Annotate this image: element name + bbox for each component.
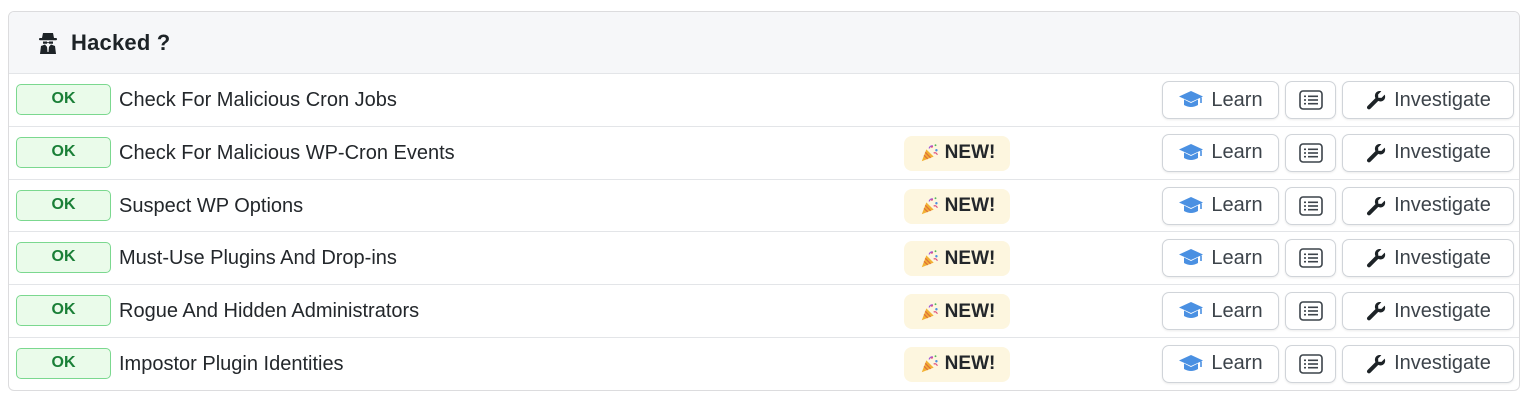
graduation-cap-icon (1179, 196, 1204, 213)
new-badge-text: NEW! (944, 142, 996, 164)
details-list-button[interactable] (1285, 81, 1336, 119)
details-list-button[interactable] (1285, 344, 1336, 383)
wrench-icon (1367, 143, 1386, 163)
hacked-panel: Hacked ? OK Check For Malicious Cron Job… (8, 11, 1520, 391)
status-badge: OK (16, 189, 111, 221)
new-badge: NEW! (904, 294, 1010, 330)
learn-button[interactable]: Learn (1162, 292, 1279, 331)
wrench-icon (1367, 249, 1386, 268)
new-badge-text: NEW! (944, 353, 996, 375)
checks-list: OK Check For Malicious Cron Jobs Learn I… (9, 74, 1519, 390)
list-icon (1298, 195, 1323, 216)
wrench-icon (1367, 355, 1386, 374)
learn-button[interactable]: Learn (1162, 344, 1279, 383)
new-badge-text: NEW! (944, 195, 996, 217)
list-icon (1298, 301, 1323, 321)
check-label: Check For Malicious Cron Jobs (119, 89, 397, 111)
learn-label: Learn (1211, 352, 1263, 375)
party-popper-icon (921, 250, 938, 268)
investigate-label: Investigate (1394, 194, 1491, 217)
check-row: OK Impostor Plugin Identities NEW! Learn (9, 338, 1519, 390)
status-badge: OK (16, 347, 111, 379)
investigate-button[interactable]: Investigate (1342, 133, 1514, 172)
investigate-button[interactable]: Investigate (1342, 292, 1514, 331)
check-row: OK Rogue And Hidden Administrators NEW! … (9, 285, 1519, 338)
learn-button[interactable]: Learn (1162, 186, 1279, 225)
details-list-button[interactable] (1285, 133, 1336, 172)
investigate-button[interactable]: Investigate (1342, 81, 1514, 119)
check-label: Must-Use Plugins And Drop-ins (119, 247, 397, 270)
investigate-button[interactable]: Investigate (1342, 186, 1514, 225)
learn-label: Learn (1211, 246, 1263, 269)
new-badge: NEW! (904, 241, 1010, 277)
check-row: OK Check For Malicious Cron Jobs Learn I… (9, 74, 1519, 127)
investigate-label: Investigate (1394, 246, 1491, 269)
new-badge: NEW! (904, 346, 1010, 382)
investigate-label: Investigate (1394, 299, 1491, 322)
panel-title: Hacked ? (71, 29, 171, 55)
list-icon (1298, 90, 1323, 110)
list-icon (1298, 248, 1323, 269)
learn-label: Learn (1211, 299, 1263, 322)
learn-label: Learn (1211, 141, 1263, 164)
graduation-cap-icon (1179, 91, 1204, 107)
check-row: OK Suspect WP Options NEW! Learn Investi… (9, 180, 1519, 233)
learn-button[interactable]: Learn (1162, 239, 1279, 278)
party-popper-icon (921, 302, 938, 320)
check-label: Impostor Plugin Identities (119, 352, 344, 375)
wrench-icon (1367, 302, 1386, 321)
party-popper-icon (921, 144, 938, 162)
status-badge: OK (16, 136, 111, 168)
check-label: Suspect WP Options (119, 194, 304, 217)
status-badge: OK (16, 84, 111, 115)
investigate-label: Investigate (1394, 352, 1491, 375)
new-badge: NEW! (904, 135, 1010, 171)
wrench-icon (1367, 196, 1386, 216)
list-icon (1298, 142, 1323, 163)
wrench-icon (1367, 91, 1386, 110)
new-badge: NEW! (904, 188, 1010, 224)
graduation-cap-icon (1179, 302, 1204, 319)
party-popper-icon (921, 355, 938, 373)
investigate-label: Investigate (1394, 141, 1491, 164)
learn-label: Learn (1211, 88, 1263, 111)
new-badge-text: NEW! (944, 300, 996, 322)
details-list-button[interactable] (1285, 186, 1336, 225)
status-badge: OK (16, 242, 111, 274)
graduation-cap-icon (1179, 354, 1204, 371)
status-badge: OK (16, 295, 111, 327)
list-icon (1298, 354, 1323, 374)
investigate-label: Investigate (1394, 88, 1491, 111)
check-row: OK Must-Use Plugins And Drop-ins NEW! Le… (9, 232, 1519, 286)
learn-button[interactable]: Learn (1162, 133, 1279, 172)
panel-header: Hacked ? (9, 12, 1519, 74)
learn-button[interactable]: Learn (1162, 81, 1279, 119)
graduation-cap-icon (1179, 249, 1204, 266)
new-badge-text: NEW! (944, 247, 996, 269)
investigate-button[interactable]: Investigate (1342, 239, 1514, 278)
graduation-cap-icon (1179, 143, 1204, 160)
check-row: OK Check For Malicious WP-Cron Events NE… (9, 127, 1519, 180)
party-popper-icon (921, 197, 938, 215)
details-list-button[interactable] (1285, 292, 1336, 331)
learn-label: Learn (1211, 194, 1263, 217)
details-list-button[interactable] (1285, 239, 1336, 278)
check-label: Check For Malicious WP-Cron Events (119, 141, 455, 164)
investigate-button[interactable]: Investigate (1342, 344, 1514, 383)
check-label: Rogue And Hidden Administrators (119, 300, 420, 323)
spy-icon (39, 32, 57, 54)
